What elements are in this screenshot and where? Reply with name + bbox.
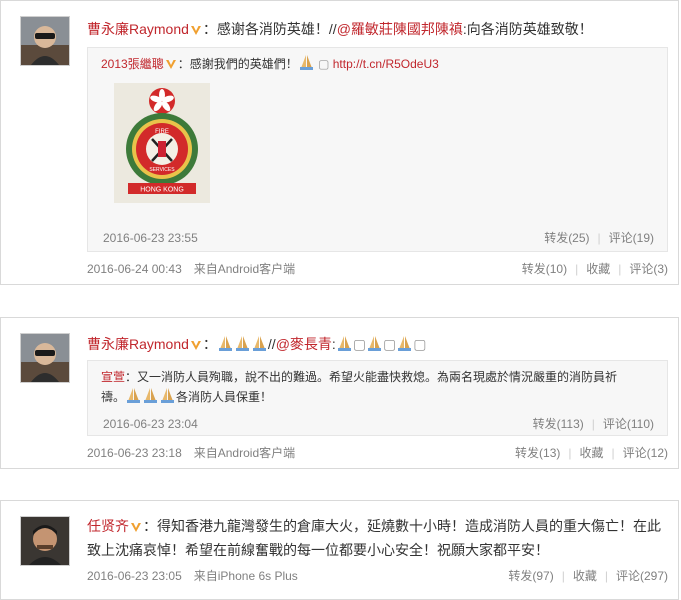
fire-services-badge-image[interactable]: FIRE SERVICES HONG KONG [114, 83, 210, 203]
repost-text-part: 感謝我們的英雄們！ [189, 57, 298, 71]
repost-text-part: 禱。 [101, 390, 126, 404]
post-text-part: 得知香港九龍灣發生的倉庫大火，延燒數十小時！造成消防人員的重大傷亡！在此 [157, 518, 661, 534]
repost-text-part: 各消防人員保重！ [176, 390, 273, 404]
post-source: 来自iPhone 6s Plus [193, 569, 298, 583]
repost-actions: 转发(113) | 评论(110) [532, 417, 654, 431]
pray-emoji-icon [252, 336, 266, 351]
favorite-button[interactable]: 收藏 [586, 262, 610, 276]
pray-emoji-icon [299, 55, 313, 70]
avatar[interactable] [20, 516, 70, 566]
pray-emoji-icon [337, 336, 351, 351]
post-text-part: 致上沈痛哀悼！希望在前線奮戰的每一位都要小心安全！祝願大家都平安！ [87, 542, 549, 558]
verified-v-icon [190, 341, 201, 350]
repost-username-link[interactable]: 宣萱 [101, 370, 125, 384]
post-actions: 转发(13) | 收藏 | 评论(12) [515, 446, 668, 460]
comment-button[interactable]: 评论(297) [616, 569, 668, 583]
repost-meta: 2016-06-23 23:55 [103, 230, 198, 246]
post-body: 曹永廉Raymond ：感谢各消防英雄！//@羅敏莊陳國邦陳禛:向各消防英雄致敬！ [87, 17, 666, 41]
post-source: 来自Android客户端 [193, 446, 296, 460]
pray-emoji-icon [127, 388, 141, 403]
post-meta: 2016-06-24 00:43 来自Android客户端 [87, 261, 295, 277]
repost-text-part: 又一消防人員殉職，說不出的難過。希望火能盡快救熄。為兩名現處於情況嚴重的消防員祈 [137, 370, 618, 384]
verified-v-icon [165, 60, 176, 69]
post-text: 曹永廉Raymond：//@麥長青: ▢ ▢ ▢ [87, 336, 427, 352]
post-actions: 转发(97) | 收藏 | 评论(297) [508, 569, 668, 583]
post-card: 曹永廉Raymond：//@麥長青: ▢ ▢ ▢ 宣萱：又一消防人員殉職，說不出的難過… [0, 317, 679, 469]
pray-emoji-icon [235, 336, 249, 351]
svg-text:HONG KONG: HONG KONG [140, 187, 184, 194]
forward-button[interactable]: 转发(97) [508, 569, 553, 583]
post-actions: 转发(10) | 收藏 | 评论(3) [521, 262, 668, 276]
comment-button[interactable]: 评论(3) [629, 262, 668, 276]
repost-forward-button[interactable]: 转发(25) [544, 231, 589, 245]
forward-button[interactable]: 转发(13) [515, 446, 560, 460]
short-url-link[interactable]: http://t.cn/R5OdeU3 [333, 57, 439, 71]
post-timestamp[interactable]: 2016-06-23 23:05 [87, 569, 182, 583]
avatar[interactable] [20, 333, 70, 383]
repost-timestamp[interactable]: 2016-06-23 23:55 [103, 231, 198, 245]
post-source: 来自Android客户端 [193, 262, 296, 276]
post-card: 曹永廉Raymond ：感谢各消防英雄！//@羅敏莊陳國邦陳禛:向各消防英雄致敬！… [0, 0, 679, 285]
post-timestamp[interactable]: 2016-06-23 23:18 [87, 446, 182, 460]
pray-emoji-icon [144, 388, 158, 403]
verified-v-icon [190, 26, 201, 35]
repost-forward-button[interactable]: 转发(113) [533, 417, 584, 431]
username-link[interactable]: 任贤齐 [87, 518, 129, 534]
mention-link[interactable]: @麥長青 [276, 336, 332, 352]
svg-text:FIRE: FIRE [155, 129, 169, 135]
pray-emoji-icon [368, 336, 382, 351]
repost-comment-button[interactable]: 评论(19) [609, 231, 654, 245]
repost-text: 2013張繼聰 ：感謝我們的英雄們！ ▢ http://t.cn/R5OdeU3 [101, 54, 655, 74]
repost-comment-button[interactable]: 评论(110) [603, 417, 654, 431]
repost-box: 宣萱：又一消防人員殉職，說不出的難過。希望火能盡快救熄。為兩名現處於情況嚴重的消… [87, 360, 668, 436]
post-text: 任贤齐 ：得知香港九龍灣發生的倉庫大火，延燒數十小時！造成消防人員的重大傷亡！在此… [87, 518, 661, 558]
mention-link[interactable]: @羅敏莊陳國邦陳禛 [337, 21, 463, 37]
svg-text:SERVICES: SERVICES [149, 167, 175, 173]
post-text-part: :向各消防英雄致敬！ [462, 21, 593, 37]
pray-emoji-icon [161, 388, 175, 403]
repost-text: 宣萱：又一消防人員殉職，說不出的難過。希望火能盡快救熄。為兩名現處於情況嚴重的消… [101, 370, 618, 404]
repost-username-link[interactable]: 2013張繼聰 [101, 57, 164, 71]
forward-button[interactable]: 转发(10) [522, 262, 567, 276]
repost-box: 2013張繼聰：感謝我們的英雄們！ ▢ http://t.cn/R5OdeU3 [87, 47, 668, 252]
post-meta: 2016-06-23 23:18 来自Android客户端 [87, 445, 295, 461]
post-card: 任贤齐 ：得知香港九龍灣發生的倉庫大火，延燒數十小時！造成消防人員的重大傷亡！在此… [0, 500, 679, 600]
post-body: 曹永廉Raymond：//@麥長青: ▢ ▢ ▢ [87, 332, 666, 356]
verified-v-icon [131, 523, 141, 532]
post-body: 任贤齐 ：得知香港九龍灣發生的倉庫大火，延燒數十小時！造成消防人員的重大傷亡！在此… [87, 514, 666, 562]
favorite-button[interactable]: 收藏 [573, 569, 597, 583]
post-text: 曹永廉Raymond ：感谢各消防英雄！//@羅敏莊陳國邦陳禛:向各消防英雄致敬！ [87, 21, 593, 37]
comment-button[interactable]: 评论(12) [623, 446, 668, 460]
username-link[interactable]: 曹永廉Raymond [87, 336, 189, 352]
post-text-separator: // [328, 21, 337, 37]
post-text-separator: // [267, 336, 276, 352]
pray-emoji-icon [398, 336, 412, 351]
post-meta: 2016-06-23 23:05 来自iPhone 6s Plus [87, 568, 298, 584]
repost-meta: 2016-06-23 23:04 [103, 416, 198, 432]
post-timestamp[interactable]: 2016-06-24 00:43 [87, 262, 182, 276]
weibo-feed: 曹永廉Raymond ：感谢各消防英雄！//@羅敏莊陳國邦陳禛:向各消防英雄致敬！… [0, 0, 681, 600]
favorite-button[interactable]: 收藏 [580, 446, 604, 460]
username-link[interactable]: 曹永廉Raymond [87, 21, 189, 37]
avatar[interactable] [20, 16, 70, 66]
post-text-part: 感谢各消防英雄！ [216, 21, 329, 37]
repost-timestamp[interactable]: 2016-06-23 23:04 [103, 417, 198, 431]
pray-emoji-icon [218, 336, 232, 351]
repost-actions: 转发(25) | 评论(19) [544, 231, 654, 245]
